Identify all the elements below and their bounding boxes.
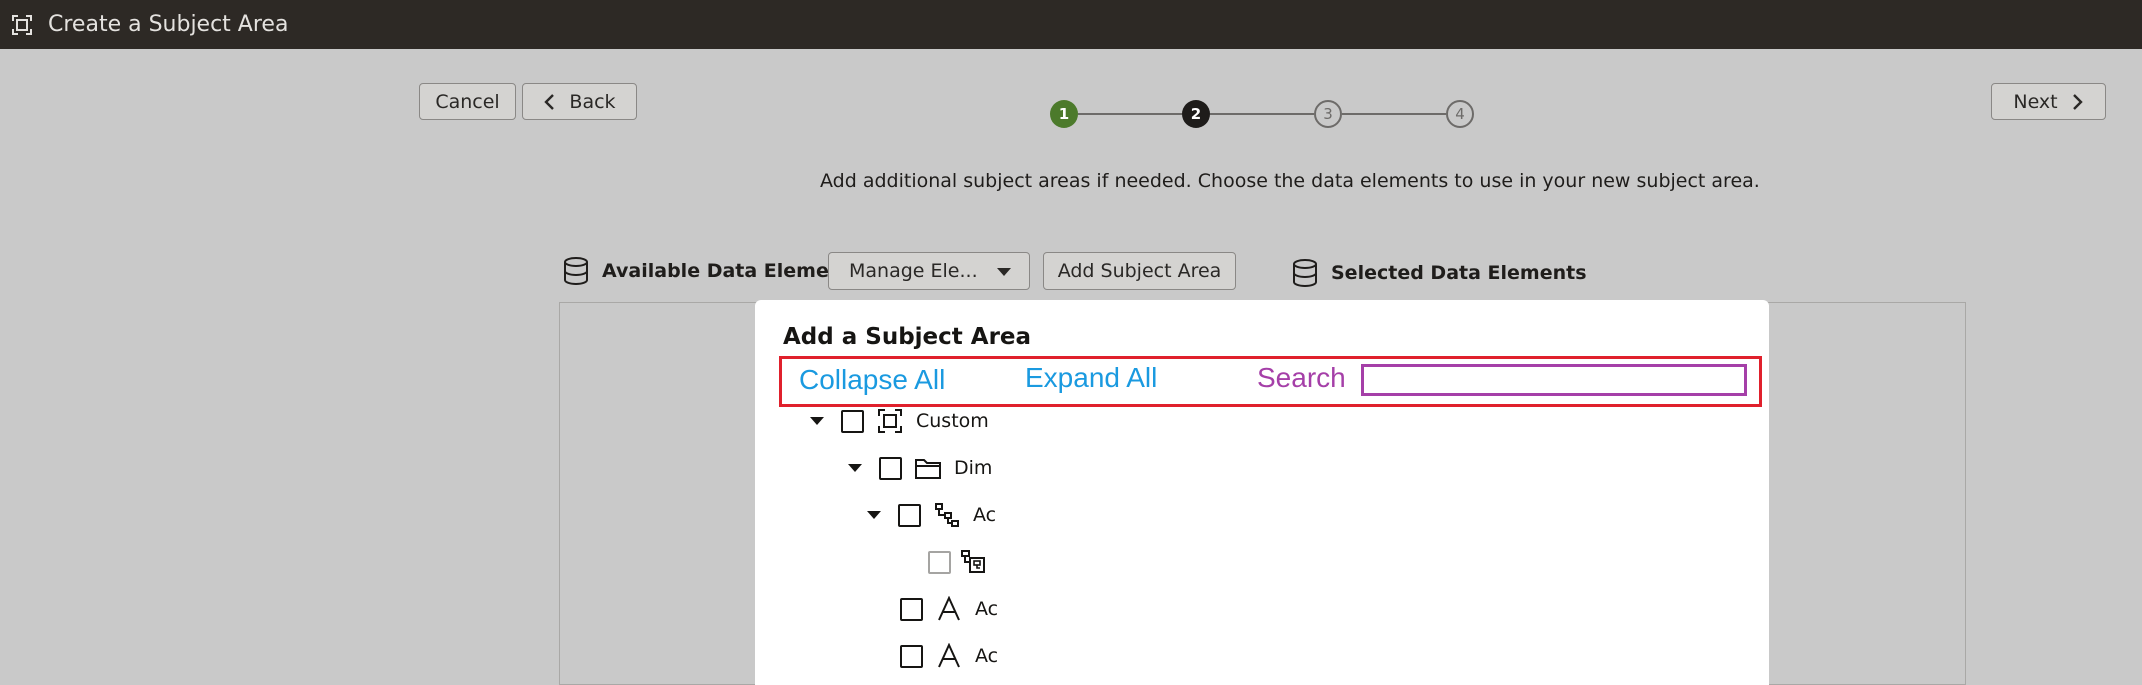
hierarchy-level-icon [959, 548, 987, 576]
wizard-stepper: 1 2 3 4 [1050, 100, 1475, 128]
step-1[interactable]: 1 [1050, 100, 1078, 128]
next-button[interactable]: Next [1991, 83, 2106, 120]
tree-checkbox[interactable] [900, 597, 923, 621]
tree-node-attribute[interactable]: Ac [900, 641, 1001, 671]
tree-node-custom[interactable]: Custom [810, 406, 989, 436]
tree-node-attribute[interactable]: Ac [900, 594, 1001, 624]
manage-elements-dropdown[interactable]: Manage Ele... [828, 252, 1030, 290]
tree-node-hierarchy-level[interactable] [928, 547, 987, 577]
expand-toggle[interactable] [867, 500, 881, 530]
step-3-number: 3 [1323, 105, 1333, 123]
instruction-text: Add additional subject areas if needed. … [820, 170, 1760, 192]
search-label: Search [1257, 362, 1346, 393]
add-subject-area-button[interactable]: Add Subject Area [1043, 252, 1236, 290]
expand-all-link[interactable]: Expand All [1025, 362, 1157, 394]
expand-toggle[interactable] [810, 406, 824, 436]
selected-data-elements-text: Selected Data Elements [1331, 262, 1587, 284]
step-1-number: 1 [1058, 105, 1070, 123]
step-4[interactable]: 4 [1446, 100, 1474, 128]
step-connector [1210, 113, 1314, 115]
cancel-button[interactable]: Cancel [419, 83, 516, 120]
caret-down-icon [867, 511, 881, 519]
step-2-number: 2 [1190, 105, 1202, 123]
tree-checkbox[interactable] [928, 550, 951, 574]
window-title: Create a Subject Area [48, 12, 289, 37]
step-3[interactable]: 3 [1314, 100, 1342, 128]
expand-toggle[interactable] [848, 453, 862, 483]
caret-down-icon [810, 417, 824, 425]
caret-down-icon [848, 464, 862, 472]
tree-node-label: Dim - [954, 457, 998, 479]
back-button-label: Back [569, 90, 616, 113]
back-button[interactable]: Back [522, 83, 637, 120]
chevron-left-icon [544, 93, 555, 110]
tree-node-label: Ac [975, 645, 999, 667]
tree-checkbox[interactable] [898, 503, 921, 527]
hierarchy-icon [933, 501, 961, 529]
attribute-icon [935, 595, 963, 623]
tree-checkbox[interactable] [841, 409, 864, 433]
step-4-number: 4 [1455, 105, 1465, 123]
available-data-elements-text: Available Data Elements [602, 260, 863, 282]
selected-data-elements-label: Selected Data Elements [1291, 258, 1587, 288]
subject-area-icon [876, 407, 904, 435]
step-2[interactable]: 2 [1182, 100, 1210, 128]
tree-node-label: Ac [975, 598, 999, 620]
database-icon [1293, 259, 1317, 288]
attribute-icon [935, 642, 963, 670]
manage-elements-label: Manage Ele... [849, 260, 978, 282]
title-bar: Create a Subject Area [0, 0, 2142, 49]
database-icon [564, 257, 588, 286]
tree-node-hierarchy[interactable]: Ac [867, 500, 999, 530]
caret-down-icon [997, 268, 1011, 276]
add-subject-area-dialog: Add a Subject Area Collapse All Expand A… [755, 300, 1769, 685]
add-subject-area-label: Add Subject Area [1057, 260, 1222, 282]
dialog-title: Add a Subject Area [783, 324, 1032, 350]
tree-node-label: Ac [973, 504, 997, 526]
subject-area-icon [12, 14, 32, 35]
next-button-label: Next [2013, 90, 2058, 113]
chevron-right-icon [2072, 93, 2083, 110]
tree-node-label: Custom [916, 410, 989, 432]
tree-checkbox[interactable] [900, 644, 923, 668]
tree-checkbox[interactable] [879, 456, 902, 480]
cancel-button-label: Cancel [435, 90, 500, 113]
available-data-elements-label: Available Data Elements [562, 256, 863, 286]
step-connector [1342, 113, 1446, 115]
search-input[interactable] [1361, 364, 1747, 396]
step-connector [1078, 113, 1182, 115]
folder-icon [914, 454, 942, 482]
tree-node-dim[interactable]: Dim - [848, 453, 998, 483]
collapse-all-link[interactable]: Collapse All [799, 364, 945, 396]
